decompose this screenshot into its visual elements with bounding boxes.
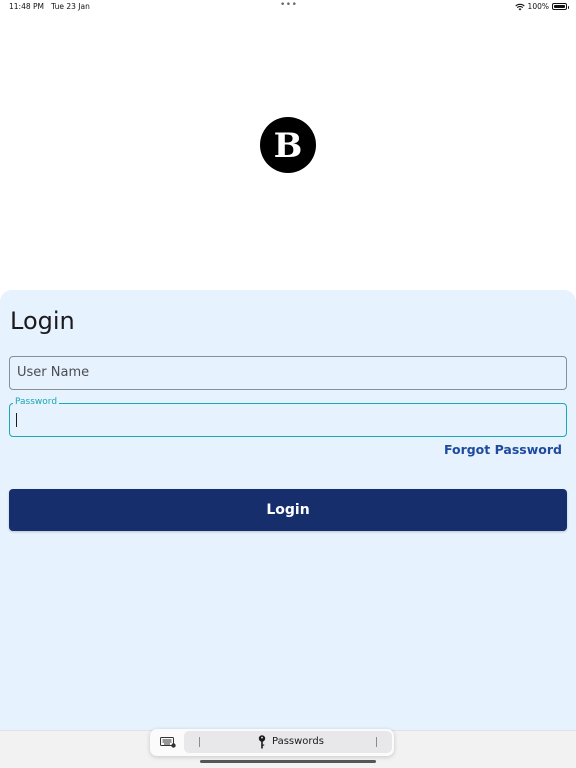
wifi-icon [514,3,525,10]
forgot-password-link[interactable]: Forgot Password [444,442,562,457]
status-time: 11:48 PM Tue 23 Jan [9,2,90,11]
home-indicator[interactable] [200,760,376,763]
key-icon [258,735,266,749]
username-placeholder: User Name [17,365,90,380]
battery-icon [552,3,569,10]
brand-logo: B [260,117,316,173]
login-button[interactable]: Login [9,489,567,531]
passwords-label: Passwords [272,736,324,747]
status-bar: 11:48 PM Tue 23 Jan ••• 100% [0,0,576,14]
password-label: Password [13,397,60,407]
logo-letter: B [274,126,303,166]
password-field[interactable] [9,403,567,437]
status-clock: 11:48 PM [9,2,44,11]
login-title: Login [10,307,75,335]
username-field[interactable]: User Name [9,356,567,390]
status-indicators: 100% [514,2,569,11]
separator-right [376,737,377,747]
battery-percent: 100% [527,2,549,11]
multitasking-dots[interactable]: ••• [280,0,297,10]
separator-left [199,737,200,747]
text-cursor [16,413,17,427]
keyboard-icon[interactable] [160,737,176,748]
status-date: Tue 23 Jan [51,2,90,11]
